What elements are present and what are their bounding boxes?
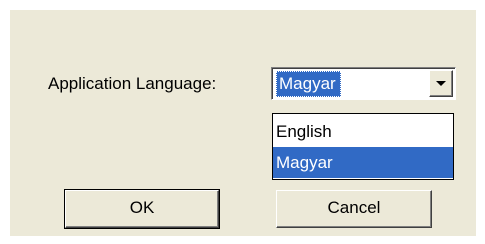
dropdown-option-english[interactable]: English	[273, 116, 453, 147]
language-combobox-value[interactable]: Magyar	[276, 71, 341, 97]
language-dropdown-list: English Magyar	[272, 113, 454, 180]
language-combobox[interactable]: Magyar	[271, 67, 456, 100]
dropdown-option-magyar[interactable]: Magyar	[273, 147, 453, 178]
language-dialog: Application Language: Magyar English Mag…	[10, 10, 476, 236]
ok-button[interactable]: OK	[64, 189, 220, 229]
dropdown-button[interactable]	[429, 70, 453, 97]
chevron-down-icon	[436, 81, 446, 86]
cancel-button[interactable]: Cancel	[276, 190, 432, 228]
application-language-label: Application Language:	[48, 74, 217, 93]
